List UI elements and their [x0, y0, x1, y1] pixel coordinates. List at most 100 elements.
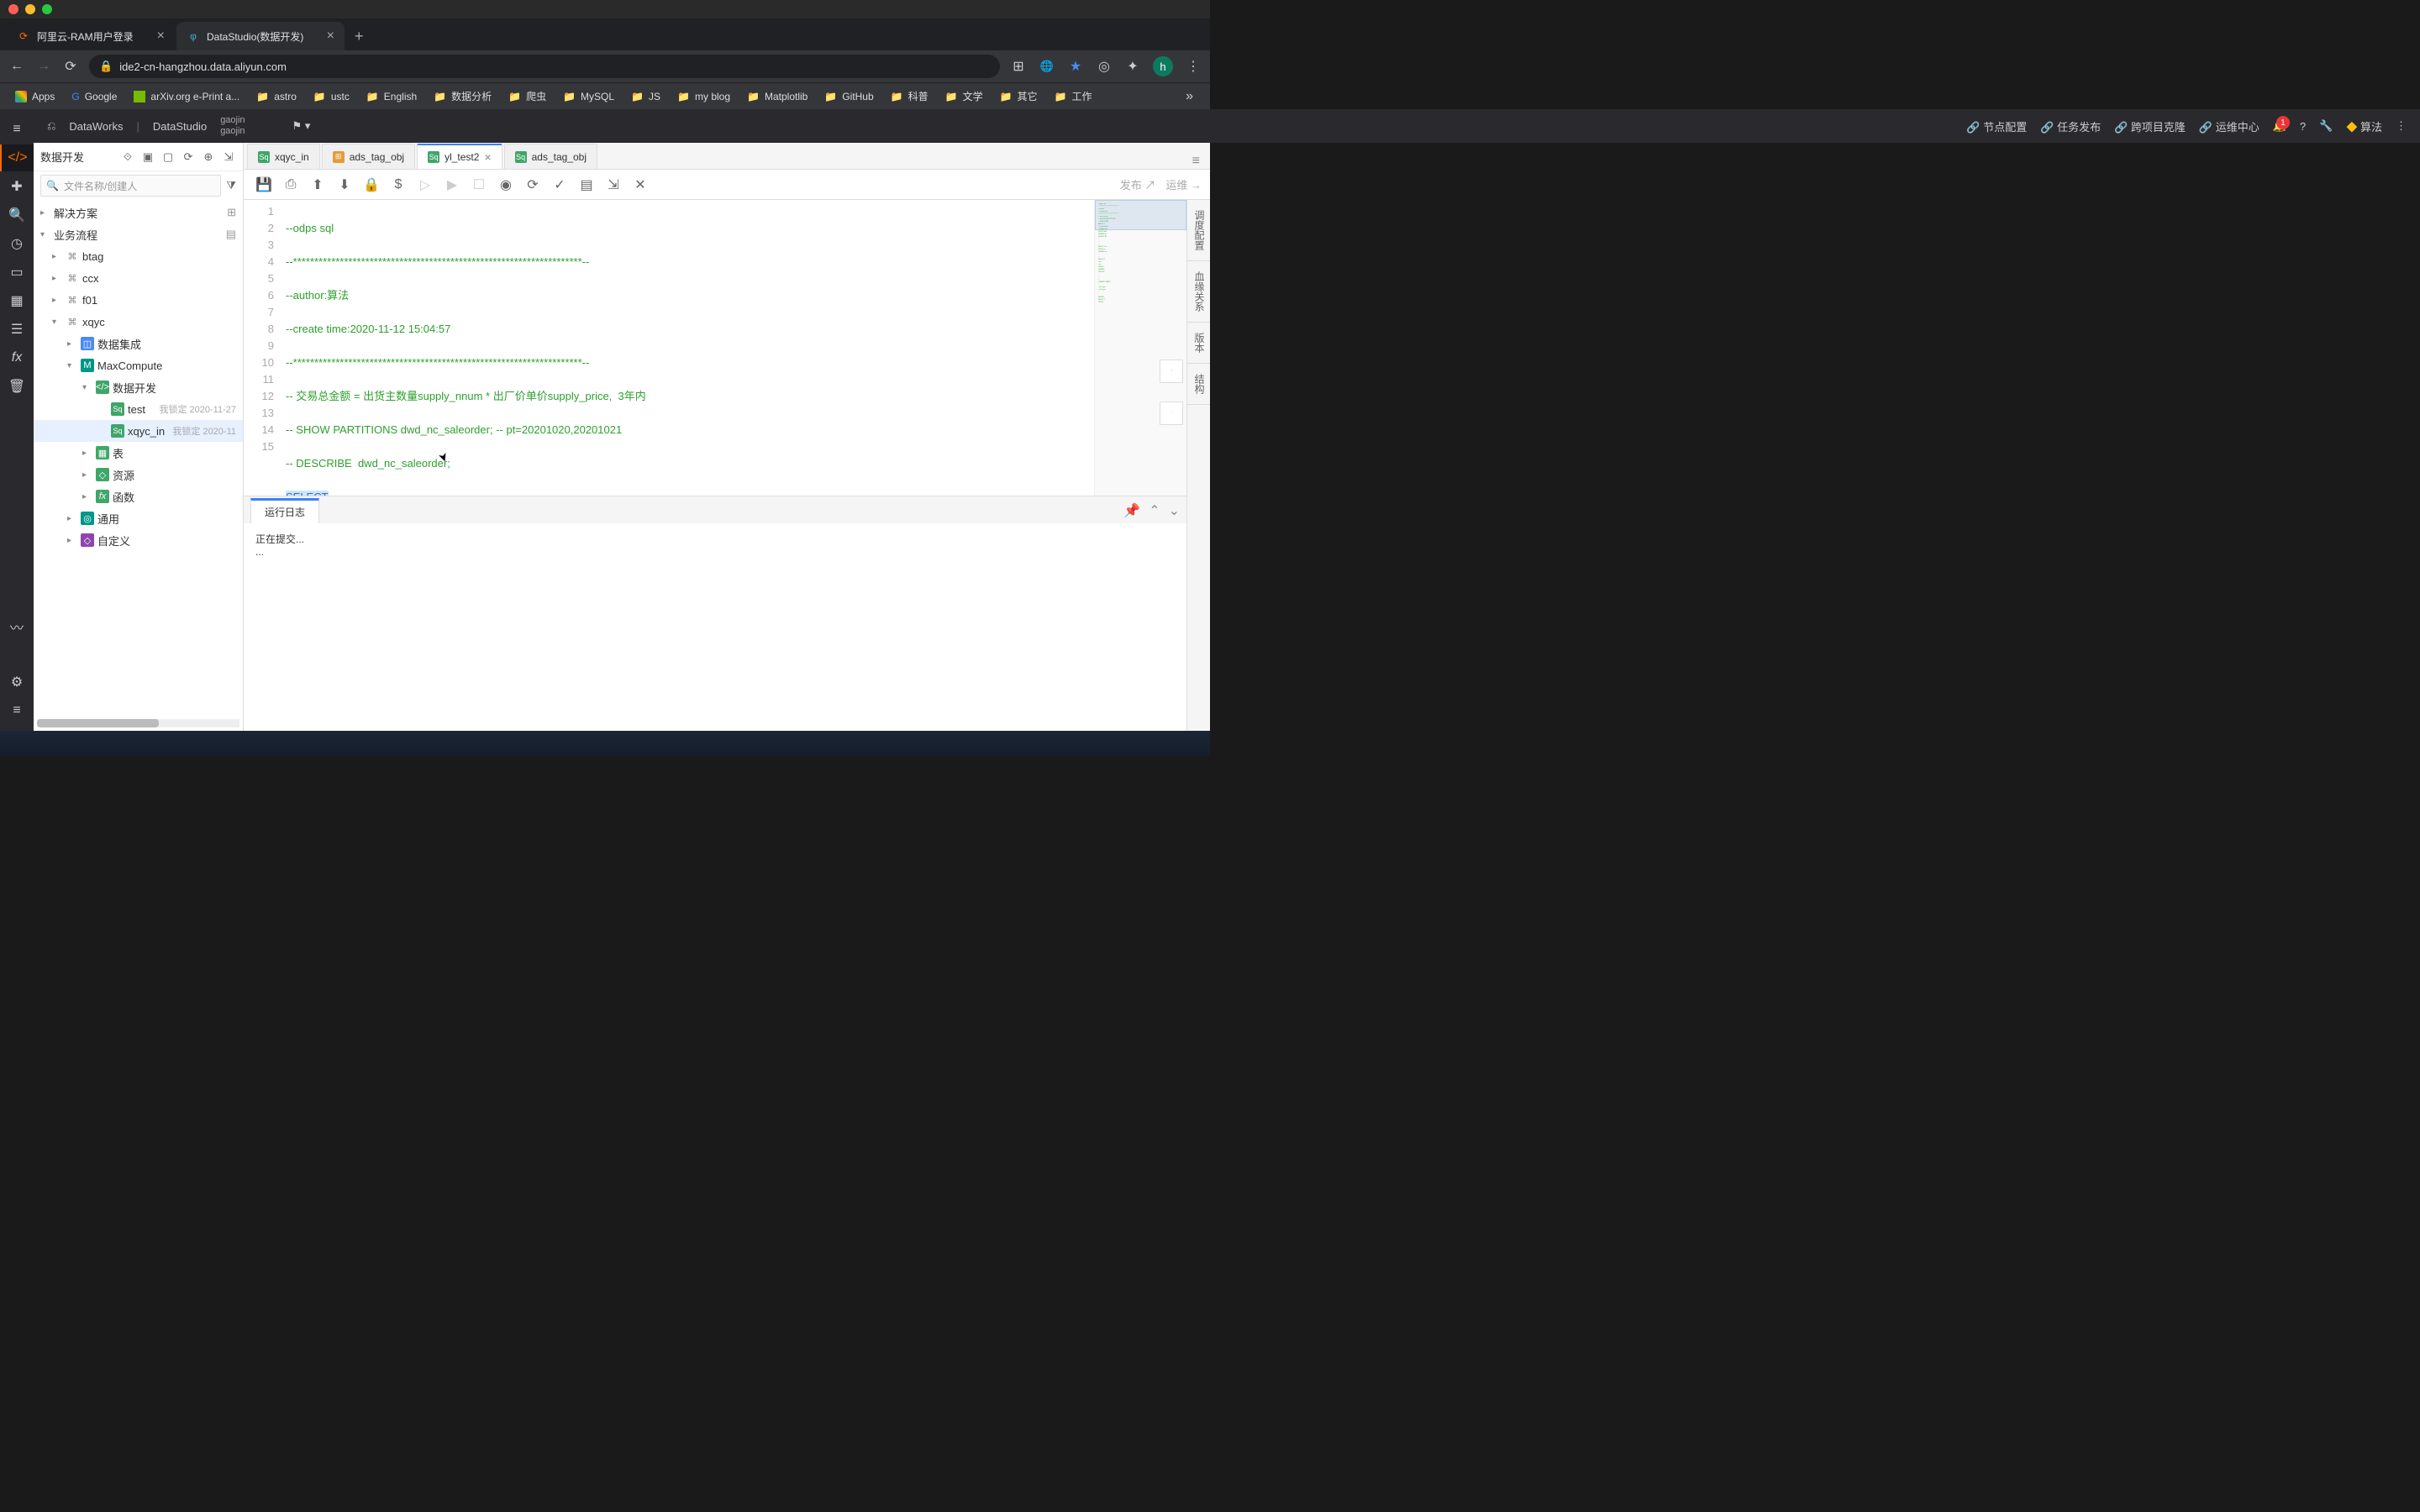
- filter-icon[interactable]: ⧩: [226, 179, 236, 192]
- activity-icon[interactable]: 〰: [0, 613, 34, 640]
- expand-up-icon[interactable]: ⌃: [1149, 502, 1160, 519]
- export-icon[interactable]: ⇲: [602, 173, 625, 197]
- lock-icon[interactable]: 🔒: [360, 173, 383, 197]
- tree-workflow[interactable]: ▾业务流程▤: [34, 223, 243, 245]
- tree-table[interactable]: ▸▦表: [34, 442, 243, 464]
- help-icon[interactable]: ?: [2300, 120, 2306, 133]
- search-input[interactable]: 🔍 文件名称/创建人: [40, 175, 221, 197]
- bookmark-star-icon[interactable]: ★: [1067, 58, 1084, 75]
- tree-solution[interactable]: ▸解决方案⊞: [34, 202, 243, 223]
- tree-function[interactable]: ▸fx函数: [34, 486, 243, 507]
- run-selected-icon[interactable]: ▶: [440, 173, 464, 197]
- close-tab-icon[interactable]: ×: [157, 29, 165, 44]
- bookmarks-overflow[interactable]: »: [1177, 89, 1202, 104]
- debug-icon[interactable]: ☐: [467, 173, 491, 197]
- gear-icon[interactable]: ⚙: [0, 669, 34, 696]
- bookmark-google[interactable]: GGoogle: [65, 87, 124, 106]
- link-cross-project[interactable]: 🔗 跨项目克隆: [2114, 118, 2186, 134]
- code-editor[interactable]: 123456789101112131415 --odps sql --*****…: [244, 200, 1186, 496]
- translate-icon[interactable]: 🌐: [1039, 58, 1055, 75]
- minimap[interactable]: --odps sql --***************************…: [1094, 200, 1186, 496]
- bookmark-spider[interactable]: 📁爬虫: [502, 86, 553, 107]
- bookmark-work[interactable]: 📁工作: [1048, 86, 1099, 107]
- profile-avatar[interactable]: h: [1153, 56, 1173, 76]
- link-task-publish[interactable]: 🔗 任务发布: [2040, 118, 2101, 134]
- collapse-down-icon[interactable]: ⌄: [1169, 502, 1180, 519]
- tree-ccx[interactable]: ▸⌘ccx: [34, 267, 243, 289]
- run-icon[interactable]: ▷: [413, 173, 437, 197]
- forward-button[interactable]: →: [35, 58, 52, 75]
- check-icon[interactable]: ✓: [548, 173, 571, 197]
- scroll-top-icon[interactable]: ⤴: [1160, 360, 1183, 383]
- list-icon[interactable]: ☰: [0, 316, 34, 343]
- bookmark-mysql[interactable]: 📁MySQL: [556, 87, 621, 106]
- save-icon[interactable]: 💾: [252, 173, 276, 197]
- fx-icon[interactable]: fx: [0, 344, 34, 371]
- bell-icon[interactable]: 🔔1: [2273, 119, 2286, 133]
- tree-btag[interactable]: ▸⌘btag: [34, 245, 243, 267]
- format-icon[interactable]: ▤: [575, 173, 598, 197]
- browser-tab-0[interactable]: ⟳ 阿里云-RAM用户登录 ×: [7, 22, 175, 50]
- tree-custom[interactable]: ▸◇自定义: [34, 529, 243, 551]
- tree-common[interactable]: ▸◎通用: [34, 507, 243, 529]
- reload-icon[interactable]: ⟳: [521, 173, 544, 197]
- log-output[interactable]: 正在提交... ...: [244, 523, 1186, 731]
- project-selector[interactable]: gaojin gaojin: [220, 115, 245, 137]
- tree-data-dev[interactable]: ▾</>数据开发: [34, 376, 243, 398]
- briefcase-icon[interactable]: ▭: [0, 259, 34, 286]
- reload-button[interactable]: ⟳: [62, 58, 79, 75]
- bookmark-science[interactable]: 📁科普: [884, 86, 935, 107]
- link-ops-center[interactable]: 🔗 运维中心: [2199, 118, 2260, 134]
- bookmark-js[interactable]: 📁JS: [624, 87, 667, 106]
- trash-icon[interactable]: 🗑: [0, 373, 34, 400]
- tree-xqyc[interactable]: ▾⌘xqyc: [34, 311, 243, 333]
- extensions-icon[interactable]: ✦: [1124, 58, 1141, 75]
- new-tab-button[interactable]: +: [346, 22, 372, 50]
- minimap-viewport[interactable]: [1095, 200, 1186, 230]
- publish-button[interactable]: 发布 ↗: [1120, 176, 1156, 192]
- file-tab-2[interactable]: Sqyl_test2×: [417, 144, 502, 169]
- install-icon[interactable]: ⊞: [1010, 58, 1027, 75]
- file-tab-1[interactable]: ⊞ads_tag_obj: [322, 144, 415, 169]
- rtab-schedule[interactable]: 调度配置: [1187, 200, 1210, 261]
- minimize-window[interactable]: [25, 4, 35, 14]
- clock-icon[interactable]: ◷: [0, 230, 34, 257]
- algorithm-link[interactable]: ◆ 算法: [2346, 118, 2382, 134]
- bookmark-github[interactable]: 📁GitHub: [818, 87, 880, 106]
- stop-icon[interactable]: ◉: [494, 173, 518, 197]
- bookmark-data[interactable]: 📁数据分析: [427, 86, 498, 107]
- close-tab-icon[interactable]: ×: [327, 29, 334, 44]
- bookmark-english[interactable]: 📁English: [360, 87, 424, 106]
- fullscreen-icon[interactable]: ⛶: [1160, 402, 1183, 425]
- steal-lock-icon[interactable]: ⬇: [333, 173, 356, 197]
- maximize-window[interactable]: [42, 4, 52, 14]
- code-icon[interactable]: </>: [0, 144, 34, 171]
- locate-icon[interactable]: ⟐: [120, 150, 135, 165]
- menu-icon[interactable]: ⋮: [1185, 58, 1202, 75]
- tree-maxcompute[interactable]: ▾MMaxCompute: [34, 354, 243, 376]
- bookmark-other[interactable]: 📁其它: [993, 86, 1044, 107]
- panel-icon[interactable]: ▤: [226, 228, 236, 241]
- pin-icon[interactable]: 📌: [1123, 502, 1140, 519]
- wrench-icon[interactable]: 🔧: [2319, 119, 2333, 133]
- bookmark-astro[interactable]: 📁astro: [250, 87, 303, 106]
- bookmark-arxiv[interactable]: arXiv.org e-Print a...: [127, 87, 246, 106]
- ops-button[interactable]: 运维 →: [1165, 176, 1202, 192]
- rtab-structure[interactable]: 结构: [1187, 364, 1210, 405]
- collapse-icon[interactable]: ≡: [0, 697, 34, 724]
- close-window[interactable]: [8, 4, 18, 14]
- sidebar-scrollbar[interactable]: [37, 719, 239, 727]
- close-icon[interactable]: ×: [484, 150, 491, 164]
- puzzle-icon[interactable]: ✚: [0, 173, 34, 200]
- grid-view-icon[interactable]: ⊞: [227, 206, 236, 219]
- rtab-lineage[interactable]: 血缘关系: [1187, 261, 1210, 323]
- hamburger-icon[interactable]: ≡: [0, 116, 34, 143]
- tree-resource[interactable]: ▸◇资源: [34, 464, 243, 486]
- tree-data-integration[interactable]: ▸◫数据集成: [34, 333, 243, 354]
- save-as-icon[interactable]: ⎙: [279, 173, 302, 197]
- bookmark-lit[interactable]: 📁文学: [939, 86, 990, 107]
- tools-icon[interactable]: ✕: [629, 173, 652, 197]
- tree-file-test[interactable]: Sqtest我锁定 2020-11-27: [34, 398, 243, 420]
- browser-tab-1[interactable]: φ DataStudio(数据开发) ×: [176, 22, 345, 50]
- new-folder-icon[interactable]: ▢: [160, 150, 176, 165]
